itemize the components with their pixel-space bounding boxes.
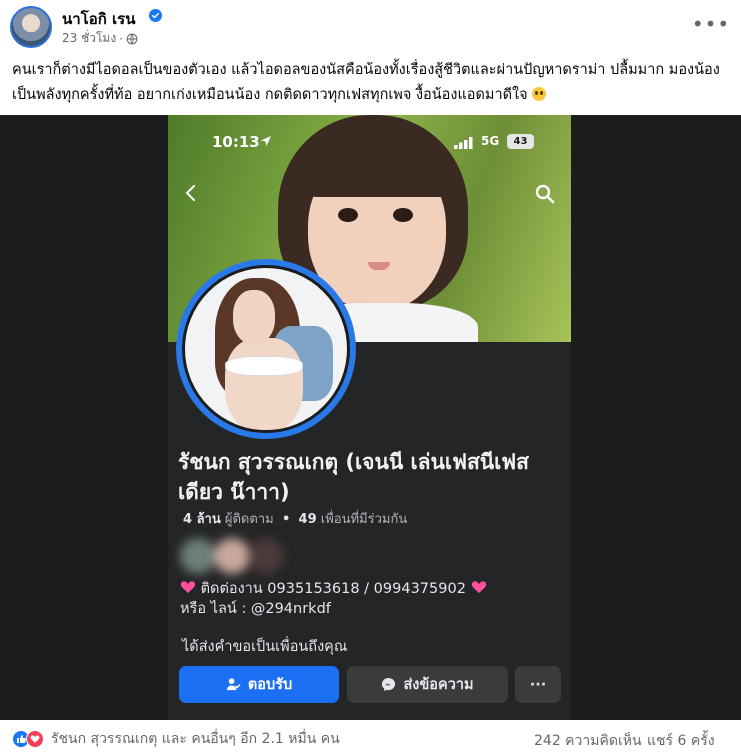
profile-photo: [182, 265, 350, 433]
battery-badge: 43: [507, 134, 534, 149]
signal-icon: [454, 137, 473, 149]
post-header: นาโอกิ เรน 23 ชั่วโมง · •••: [0, 0, 741, 52]
post-caption: คนเราก็ต่างมีไอดอลเป็นของตัวเอง แล้วไอดอ…: [12, 58, 732, 108]
author-avatar[interactable]: [10, 6, 52, 48]
followers-count: 4 ล้าน: [183, 512, 221, 527]
location-icon: [261, 136, 271, 146]
post-meta: 23 ชั่วโมง ·: [62, 29, 138, 48]
more-icon: •••: [691, 12, 731, 36]
post-time[interactable]: 23 ชั่วโมง: [62, 29, 116, 48]
profile-more-button: ···: [515, 666, 561, 703]
follow-stats: 4 ล้าน ผู้ติดตาม • 49 เพื่อนที่มีร่วมกัน: [183, 508, 407, 529]
meta-separator: ·: [119, 31, 124, 46]
post-image[interactable]: 10:13 5G 43 รัชนก สุวรรณเกตุ (เจนนี เล่น: [0, 115, 741, 720]
network-label: 5G: [481, 134, 500, 148]
globe-icon: [126, 33, 138, 44]
heart-icon: [180, 581, 196, 593]
contact-info: ติดต่องาน 0935153618 / 0994375902: [180, 579, 565, 599]
reactions-text[interactable]: รัชนก สุวรรณเกตุ และ คนอื่นๆ อีก 2.1 หมื…: [51, 728, 340, 750]
followers-label: ผู้ติดตาม: [224, 512, 274, 527]
search-icon: [535, 184, 555, 204]
stats-separator: •: [281, 512, 291, 527]
heart-icon: [471, 581, 486, 593]
contact-text: ติดต่องาน 0935153618 / 0994375902: [200, 581, 466, 597]
messenger-icon: [382, 677, 396, 692]
mutual-count: 49: [298, 512, 317, 527]
profile-name: รัชนก สุวรรณเกตุ (เจนนี เล่นเฟสนีเฟส เดี…: [178, 450, 529, 504]
accept-label: ตอบรับ: [247, 677, 293, 693]
reactions-summary[interactable]: รัชนก สุวรรณเกตุ และ คนอื่นๆ อีก 2.1 หมื…: [12, 728, 340, 750]
shares-count[interactable]: แชร์ 6 ครั้ง: [647, 730, 715, 752]
caption-text: คนเราก็ต่างมีไอดอลเป็นของตัวเอง แล้วไอดอ…: [12, 62, 720, 103]
message-button: ส่งข้อความ: [347, 666, 508, 703]
line-id: หรือ ไลน์ : @294nrkdf: [180, 601, 331, 617]
mutual-friends-avatars: [176, 536, 286, 574]
back-icon: [185, 185, 195, 201]
mutual-label: เพื่อนที่มีร่วมกัน: [320, 512, 408, 527]
author-name[interactable]: นาโอกิ เรน: [62, 7, 135, 31]
verified-icon: [149, 9, 162, 22]
person-check-icon: [226, 678, 241, 691]
accept-button: ตอบรับ: [179, 666, 339, 703]
emoji-icon: [532, 87, 547, 101]
phone-screenshot: 10:13 5G 43 รัชนก สุวรรณเกตุ (เจนนี เล่น: [168, 115, 571, 720]
status-time: 10:13: [212, 133, 260, 151]
friend-request-text: ได้ส่งคำขอเป็นเพื่อนถึงคุณ: [182, 639, 348, 655]
post-options-button[interactable]: •••: [692, 12, 729, 36]
message-label: ส่งข้อความ: [403, 677, 474, 693]
comments-count[interactable]: 242 ความคิดเห็น: [534, 730, 642, 752]
love-icon: [26, 730, 44, 748]
